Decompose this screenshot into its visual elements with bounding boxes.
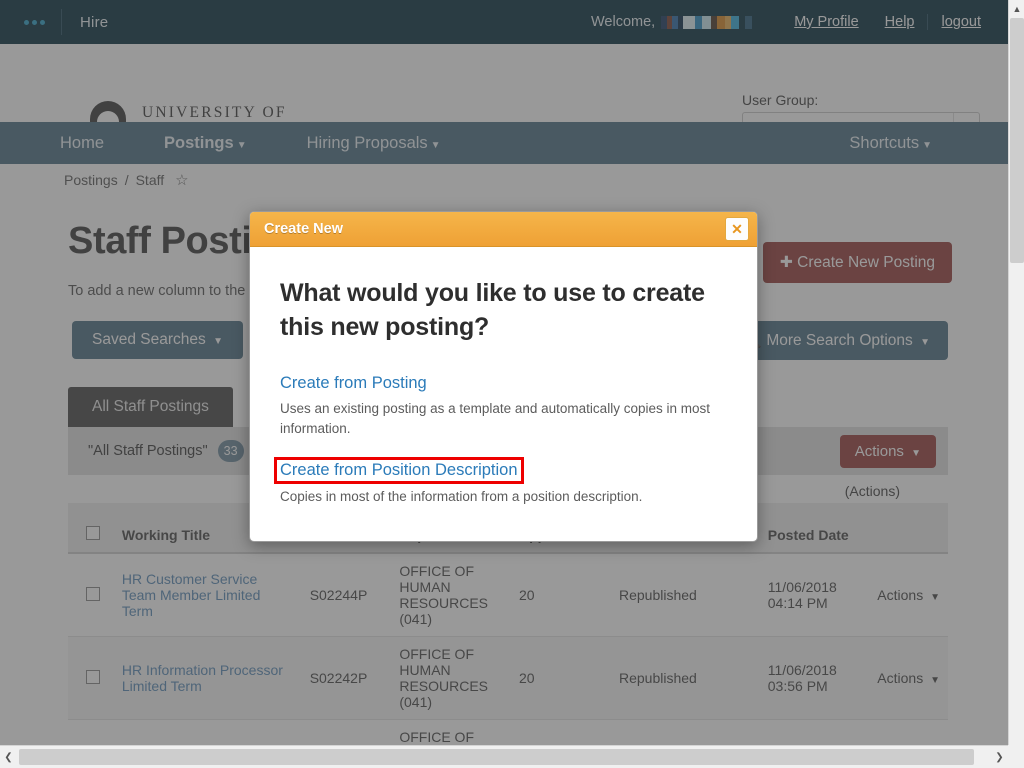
scroll-left-arrow-icon[interactable]: ❮ [0,746,17,768]
modal-title: Create New [264,221,343,237]
modal-question: What would you like to use to create thi… [280,279,705,341]
browser-viewport: Hire Welcome, My Profile Help logout 178… [0,0,1024,768]
vertical-scrollbar[interactable]: ▲ ▼ [1008,0,1024,768]
modal-header: Create New ✕ [250,212,757,247]
horizontal-scrollbar[interactable]: ❮ ❯ [0,745,1008,768]
create-from-position-description-link[interactable]: Create from Position Description [274,457,524,485]
create-from-posting-link[interactable]: Create from Posting [280,374,427,393]
scroll-up-arrow-icon[interactable]: ▲ [1009,0,1024,17]
vertical-scrollbar-thumb[interactable] [1010,18,1024,263]
scrollbar-corner [1008,745,1024,768]
create-new-modal: Create New ✕ What would you like to use … [249,211,758,542]
option-create-from-posting: Create from Posting Uses an existing pos… [280,374,727,438]
close-x-icon[interactable]: ✕ [725,217,749,241]
option-create-from-position-description: Create from Position Description Copies … [274,457,727,507]
scroll-right-arrow-icon[interactable]: ❯ [991,746,1008,768]
horizontal-scrollbar-thumb[interactable] [19,749,974,765]
modal-body: What would you like to use to create thi… [250,247,757,541]
create-from-posting-desc: Uses an existing posting as a template a… [280,401,710,436]
create-from-position-description-desc: Copies in most of the information from a… [280,489,643,505]
